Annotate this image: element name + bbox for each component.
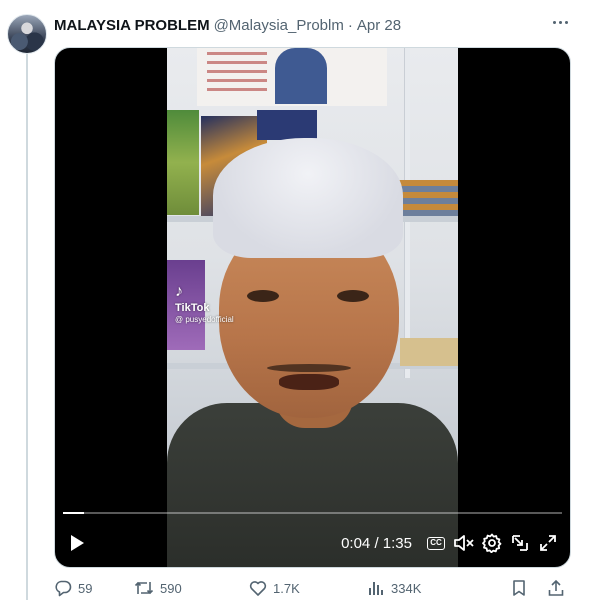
like-count: 1.7K: [273, 580, 300, 596]
cc-icon: CC: [427, 536, 445, 550]
video-controls: 0:04 / 1:35 CC: [63, 528, 562, 558]
tiktok-icon: ♪: [175, 283, 183, 300]
tiktok-brand: TikTok: [175, 302, 210, 314]
like-icon: [249, 581, 267, 596]
reply-button[interactable]: 59: [54, 579, 134, 597]
mute-icon[interactable]: [450, 529, 478, 557]
reply-count: 59: [78, 580, 93, 596]
exit-fullscreen-icon[interactable]: [506, 529, 534, 557]
current-time: 0:04: [341, 534, 371, 552]
progress-fill: [63, 512, 84, 514]
more-icon[interactable]: [550, 12, 570, 32]
bookmark-icon[interactable]: [511, 579, 533, 597]
like-button[interactable]: 1.7K: [249, 579, 367, 597]
fullscreen-icon[interactable]: [534, 529, 562, 557]
repost-count: 590: [160, 580, 182, 596]
avatar[interactable]: [7, 14, 47, 54]
speaker-cap: [213, 138, 403, 258]
repost-icon: [134, 581, 154, 595]
tweet-header: MALAYSIA PROBLEM @Malaysia_Problm · Apr …: [54, 15, 572, 35]
duration: 1:35: [382, 534, 412, 552]
separator-dot: ·: [347, 16, 353, 34]
video-player[interactable]: ♪ TikTok @ pusyedofficial 0:04 / 1:35 CC: [54, 47, 571, 568]
views-button[interactable]: 334K: [367, 579, 487, 597]
views-icon: [369, 582, 383, 595]
cc-button[interactable]: CC: [422, 529, 450, 557]
display-name[interactable]: MALAYSIA PROBLEM: [54, 17, 210, 34]
view-count: 334K: [391, 580, 422, 596]
tweet-date[interactable]: Apr 28: [357, 17, 401, 34]
play-icon[interactable]: [63, 529, 91, 557]
tiktok-watermark: ♪ TikTok @ pusyedofficial: [175, 283, 234, 325]
user-handle[interactable]: @Malaysia_Problm: [214, 17, 344, 34]
settings-icon[interactable]: [478, 529, 506, 557]
tiktok-user: @ pusyedofficial: [175, 315, 234, 324]
time-display: 0:04 / 1:35: [341, 535, 412, 552]
tweet-actions: 59 590 1.7K 334K: [54, 575, 571, 600]
repost-button[interactable]: 590: [134, 579, 249, 597]
time-separator: /: [374, 534, 379, 552]
video-frame: ♪ TikTok @ pusyedofficial: [167, 48, 458, 567]
thread-line: [26, 52, 28, 600]
reply-icon: [55, 580, 72, 597]
progress-bar[interactable]: [63, 512, 562, 514]
share-icon[interactable]: [547, 579, 571, 597]
